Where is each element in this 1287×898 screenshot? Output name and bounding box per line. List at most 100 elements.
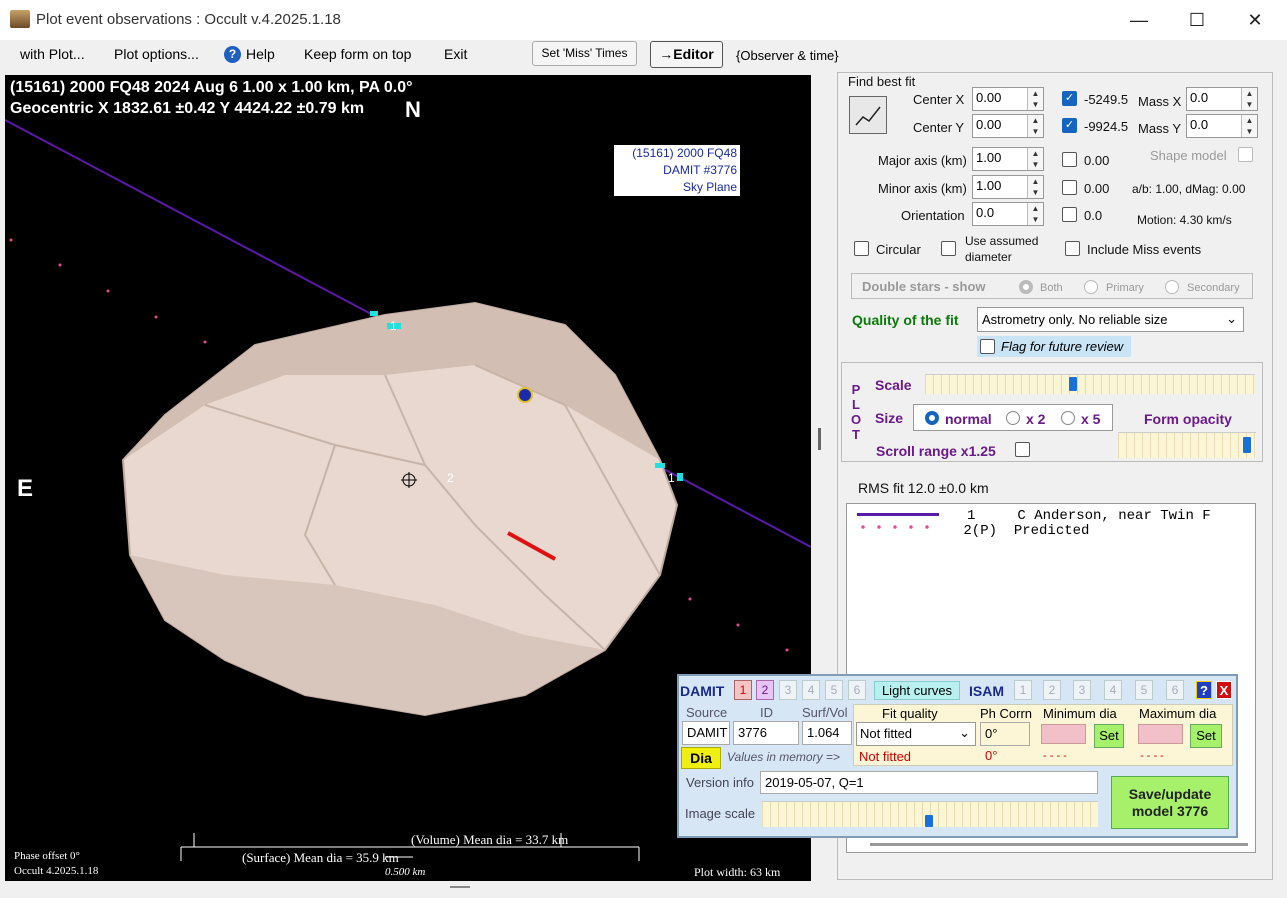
star-marker bbox=[517, 387, 533, 403]
major-axis-checkbox[interactable] bbox=[1062, 152, 1077, 167]
include-miss-label: Include Miss events bbox=[1087, 242, 1202, 257]
isam-model-5[interactable]: 5 bbox=[1135, 680, 1153, 700]
both-radio[interactable] bbox=[1019, 280, 1033, 294]
mass-y-input[interactable]: 0.0 ▲ ▼ bbox=[1186, 114, 1258, 138]
flag-review-group[interactable]: Flag for future review bbox=[977, 336, 1131, 357]
major-axis-input[interactable]: 1.00 ▲ ▼ bbox=[972, 147, 1044, 171]
volume-dia-label: (Volume) Mean dia = 33.7 km bbox=[411, 832, 569, 847]
mass-x-input[interactable]: 0.0 ▲ ▼ bbox=[1186, 87, 1258, 111]
image-scale-slider[interactable] bbox=[762, 801, 1098, 827]
orientation-checkbox[interactable] bbox=[1062, 207, 1077, 222]
isam-model-2[interactable]: 2 bbox=[1043, 680, 1061, 700]
isam-model-1[interactable]: 1 bbox=[1014, 680, 1032, 700]
fit-quality-select[interactable]: Not fitted ⌄ bbox=[856, 722, 976, 746]
minor-axis-input[interactable]: 1.00 ▲ ▼ bbox=[972, 175, 1044, 199]
motion-label: Motion: 4.30 km/s bbox=[1137, 213, 1232, 227]
list-scrollbar[interactable] bbox=[870, 843, 1248, 846]
flag-review-checkbox[interactable] bbox=[980, 339, 995, 354]
splitter-handle[interactable] bbox=[818, 428, 821, 450]
light-curves-button[interactable]: Light curves bbox=[874, 681, 960, 700]
menu-exit[interactable]: Exit bbox=[444, 46, 467, 62]
scale-slider[interactable] bbox=[925, 374, 1255, 394]
north-label: N bbox=[405, 97, 421, 122]
isam-model-4[interactable]: 4 bbox=[1104, 680, 1122, 700]
maximum-dia-header: Maximum dia bbox=[1139, 706, 1217, 721]
use-assumed-checkbox[interactable] bbox=[941, 241, 956, 256]
scale-km-label: 0.500 km bbox=[385, 866, 426, 878]
quality-label: Quality of the fit bbox=[852, 312, 959, 328]
help-icon[interactable]: ? bbox=[224, 46, 241, 63]
damit-model-1[interactable]: 1 bbox=[734, 680, 752, 700]
damit-model-4[interactable]: 4 bbox=[802, 680, 820, 700]
ph-corrn-field[interactable]: 0° bbox=[980, 722, 1030, 746]
fit-quality-header: Fit quality bbox=[882, 706, 938, 721]
center-x-checkbox[interactable]: ✓ bbox=[1062, 91, 1077, 106]
source-field: DAMIT bbox=[682, 721, 730, 745]
damit-model-5[interactable]: 5 bbox=[825, 680, 843, 700]
size-normal-radio[interactable] bbox=[925, 411, 939, 425]
center-y-checkbox[interactable]: ✓ bbox=[1062, 118, 1077, 133]
quality-select[interactable]: Astrometry only. No reliable size ⌄ bbox=[977, 307, 1244, 332]
damit-model-3[interactable]: 3 bbox=[779, 680, 797, 700]
app-icon bbox=[10, 10, 30, 28]
minimum-dia-field[interactable] bbox=[1041, 724, 1086, 744]
max-set-button[interactable]: Set bbox=[1190, 724, 1222, 748]
surface-dia-label: (Surface) Mean dia = 35.9 km bbox=[242, 850, 399, 865]
min-dia-memory: - - - - bbox=[1043, 750, 1067, 762]
damit-close-button[interactable]: X bbox=[1216, 681, 1232, 699]
find-best-fit-button[interactable] bbox=[849, 96, 887, 134]
orientation-value: 0.0 bbox=[1084, 208, 1103, 223]
both-label: Both bbox=[1040, 282, 1063, 294]
scale-label: Scale bbox=[875, 377, 912, 393]
plot-header-line2: Geocentric X 1832.61 ±0.42 Y 4424.22 ±0.… bbox=[10, 100, 365, 117]
close-button[interactable]: ✕ bbox=[1243, 8, 1267, 32]
menu-plot-options[interactable]: Plot options... bbox=[114, 46, 199, 62]
tag-sky-plane: Sky Plane bbox=[682, 180, 737, 194]
dia-button[interactable]: Dia bbox=[681, 747, 721, 769]
scale-slider-thumb[interactable] bbox=[1069, 377, 1077, 391]
maximum-dia-field[interactable] bbox=[1138, 724, 1183, 744]
orientation-label: Orientation bbox=[901, 208, 965, 223]
circular-checkbox[interactable] bbox=[854, 241, 869, 256]
use-assumed-label: Use assumed bbox=[965, 234, 1039, 248]
size-x2-radio[interactable] bbox=[1006, 411, 1020, 425]
center-x-input[interactable]: 0.00 ▲ ▼ bbox=[972, 87, 1044, 111]
damit-help-button[interactable]: ? bbox=[1196, 681, 1212, 699]
menu-with-plot[interactable]: with Plot... bbox=[20, 46, 85, 62]
save-update-model-button[interactable]: Save/update model 3776 bbox=[1111, 776, 1229, 829]
form-opacity-thumb[interactable] bbox=[1243, 437, 1252, 453]
observer-time-link[interactable]: {Observer & time} bbox=[736, 48, 839, 63]
legend-row-1[interactable]: 1 C Anderson, near Twin F bbox=[967, 508, 1211, 524]
damit-model-6[interactable]: 6 bbox=[848, 680, 866, 700]
scroll-range-checkbox[interactable] bbox=[1015, 442, 1030, 457]
mass-y-label: Mass Y bbox=[1138, 121, 1182, 136]
occult-version-label: Occult 4.2025.1.18 bbox=[14, 865, 99, 877]
size-x2-label: x 2 bbox=[1026, 411, 1046, 427]
editor-button[interactable]: →Editor bbox=[650, 41, 723, 68]
shape-model-checkbox[interactable] bbox=[1238, 147, 1253, 162]
include-miss-checkbox[interactable] bbox=[1065, 241, 1080, 256]
circular-label: Circular bbox=[876, 242, 921, 257]
flag-review-label: Flag for future review bbox=[1001, 339, 1124, 354]
maximize-button[interactable]: ☐ bbox=[1185, 8, 1209, 32]
tag-object-name: (15161) 2000 FQ48 bbox=[632, 146, 737, 160]
size-x5-radio[interactable] bbox=[1061, 411, 1075, 425]
damit-model-2[interactable]: 2 bbox=[756, 680, 774, 700]
secondary-radio[interactable] bbox=[1165, 280, 1179, 294]
min-set-button[interactable]: Set bbox=[1094, 724, 1124, 748]
menu-help[interactable]: Help bbox=[246, 46, 275, 62]
minor-axis-checkbox[interactable] bbox=[1062, 180, 1077, 195]
legend-row-2[interactable]: 2(P) Predicted bbox=[955, 523, 1089, 539]
form-opacity-slider[interactable] bbox=[1118, 432, 1256, 458]
primary-radio[interactable] bbox=[1084, 280, 1098, 294]
orientation-input[interactable]: 0.0 ▲ ▼ bbox=[972, 202, 1044, 226]
minimize-button[interactable]: — bbox=[1127, 8, 1151, 32]
menu-keep-on-top[interactable]: Keep form on top bbox=[304, 46, 411, 62]
isam-model-3[interactable]: 3 bbox=[1073, 680, 1091, 700]
bottom-grip[interactable] bbox=[450, 886, 470, 888]
center-y-input[interactable]: 0.00 ▲ ▼ bbox=[972, 114, 1044, 138]
isam-model-6[interactable]: 6 bbox=[1166, 680, 1184, 700]
image-scale-thumb[interactable] bbox=[925, 815, 933, 827]
set-miss-times-button[interactable]: Set 'Miss' Times bbox=[532, 41, 637, 66]
legend-line-dotted bbox=[855, 525, 941, 529]
